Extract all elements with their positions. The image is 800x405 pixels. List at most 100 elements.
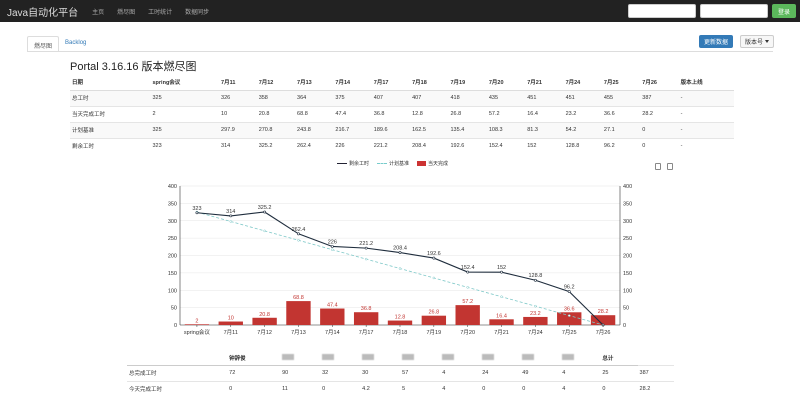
table-cell: 27.1 — [601, 121, 641, 138]
table-cell: 20.8 — [256, 105, 296, 122]
nav-item-home[interactable]: 主页 — [92, 7, 104, 16]
brand[interactable]: Java自动化平台 — [7, 4, 78, 19]
bar-data-label: 28.2 — [598, 309, 609, 315]
table-cell: 81.3 — [525, 121, 564, 138]
version-dropdown[interactable]: 版本号 — [740, 35, 775, 48]
table-cell: 0 — [520, 380, 561, 397]
column-header: 版本上线 — [678, 75, 734, 91]
table-cell: 325.2 — [256, 137, 296, 154]
bar — [455, 305, 480, 325]
bar — [489, 319, 514, 325]
y-tick-label-right: 50 — [623, 306, 629, 312]
remaining-point — [263, 210, 267, 214]
column-header: 钟辞俊 — [227, 351, 281, 366]
x-tick-label: 7月24 — [528, 329, 543, 336]
table-cell: 375 — [333, 89, 372, 106]
redacted-name — [482, 353, 495, 360]
nav-item-burndown[interactable]: 燃尽图 — [117, 7, 135, 16]
table-cell: 54.2 — [563, 121, 602, 138]
plan-point — [364, 257, 368, 261]
bar-data-label: 36.8 — [361, 306, 372, 312]
column-header: 7月21 — [525, 75, 564, 91]
redacted-name — [442, 353, 455, 360]
table-cell: 0 — [640, 121, 679, 138]
table-cell: 455 — [601, 89, 641, 106]
password-input[interactable] — [699, 4, 768, 18]
redacted-name — [562, 353, 575, 360]
tab-burndown[interactable]: 燃尽图 — [27, 36, 60, 52]
column-header — [520, 351, 561, 366]
plan-point — [466, 286, 469, 289]
tab-backlog[interactable]: Backlog — [59, 36, 92, 52]
column-header: 日期 — [70, 75, 151, 91]
table-cell: 108.3 — [486, 121, 526, 138]
y-tick-label-left: 100 — [168, 288, 177, 294]
table-cell: 36.8 — [371, 105, 411, 122]
y-tick-label-right: 350 — [623, 201, 632, 207]
column-header — [127, 351, 228, 366]
table-cell: 68.8 — [295, 105, 334, 122]
x-tick-label: 7月18 — [393, 329, 408, 336]
y-tick-label-right: 200 — [623, 254, 632, 260]
x-tick-label: 7月13 — [291, 329, 306, 336]
column-header: 7月17 — [371, 75, 411, 91]
table-cell: 358 — [256, 89, 296, 106]
table-cell: 0 — [600, 380, 638, 397]
table-cell: 72 — [227, 364, 281, 381]
table-cell: 25 — [600, 364, 638, 381]
line-data-label: 128.8 — [529, 273, 543, 279]
column-header: 7月18 — [410, 75, 449, 91]
column-header: 7月11 — [219, 75, 257, 91]
table-cell: 今天完成工时 — [127, 380, 228, 397]
table-cell: 189.6 — [371, 121, 411, 138]
table-cell: 435 — [486, 89, 526, 106]
redacted-name — [362, 353, 375, 360]
table-cell: 208.4 — [410, 137, 449, 154]
table-row: 当天完成工时 2 10 20.8 68.8 47.4 36.8 12.8 26.8 57.2 16.… — [70, 105, 734, 122]
remaining-point — [229, 214, 233, 218]
table-cell: 5 — [400, 380, 441, 397]
table-cell: 47.4 — [333, 105, 372, 122]
update-data-button[interactable]: 更新数据 — [699, 35, 734, 48]
remaining-point — [195, 211, 199, 215]
line-data-label: 152.4 — [461, 265, 475, 271]
table-cell: 30 — [360, 364, 401, 381]
bar — [557, 312, 582, 325]
bar — [421, 315, 447, 325]
table-cell: 当天完成工时 — [70, 105, 151, 122]
column-header — [280, 351, 321, 366]
line-data-label: 152 — [497, 265, 506, 271]
bar — [353, 312, 379, 325]
member-table: 钟辞俊 总计 总完成工时 72 90 32 30 57 4 24 49 4 25 387 今天完成工时 0 1… — [127, 351, 674, 397]
remaining-point — [567, 290, 571, 293]
bar-data-label: 12.8 — [395, 315, 406, 321]
nav-item-worktime[interactable]: 工时统计 — [148, 7, 172, 16]
nav-item-sync[interactable]: 数据同步 — [185, 7, 209, 16]
remaining-point — [500, 270, 503, 274]
table-cell: 325 — [150, 121, 220, 138]
y-tick-label-left: 150 — [168, 271, 177, 277]
table-cell: 12.8 — [410, 105, 449, 122]
burndown-table: 日期 spring会议 7月11 7月12 7月13 7月14 7月17 7月18 7月19 7月… — [70, 75, 734, 154]
y-tick-label-left: 300 — [168, 219, 177, 225]
remaining-point — [330, 245, 334, 248]
plan-point — [331, 248, 334, 251]
column-header: 7月25 — [601, 75, 641, 91]
table-cell: 407 — [410, 89, 449, 106]
table-cell: 11 — [280, 380, 321, 397]
remaining-point — [398, 251, 402, 254]
table-cell: 152.4 — [486, 137, 526, 154]
table-cell: 243.8 — [295, 121, 334, 138]
table-row: 今天完成工时 0 11 0 4.2 5 4 0 0 4 0 28.2 — [127, 380, 674, 397]
table-cell: 216.7 — [333, 121, 372, 138]
table-cell: 128.8 — [563, 137, 602, 154]
username-input[interactable] — [627, 4, 696, 18]
login-button[interactable]: 登录 — [771, 4, 796, 18]
x-tick-label: 7月14 — [325, 329, 340, 336]
x-tick-label: spring会议 — [184, 328, 210, 336]
table-cell: 23.2 — [563, 105, 602, 122]
bar-data-label: 2 — [195, 318, 198, 324]
table-cell: 314 — [219, 137, 257, 154]
column-header: 7月26 — [640, 75, 679, 91]
table-cell: 262.4 — [295, 137, 334, 154]
